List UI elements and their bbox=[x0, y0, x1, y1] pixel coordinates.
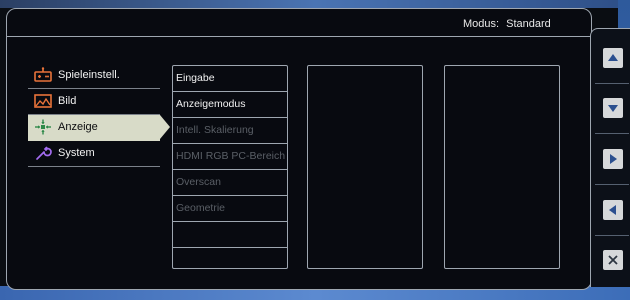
display-arrows-icon bbox=[34, 119, 52, 135]
options-column bbox=[307, 65, 423, 269]
menu-item-label: Spieleinstell. bbox=[58, 69, 120, 81]
nav-divider bbox=[595, 235, 629, 236]
header-divider bbox=[7, 36, 591, 37]
left-arrow-button[interactable] bbox=[603, 200, 623, 220]
submenu-item-geometrie: Geometrie bbox=[173, 196, 287, 222]
menu-item-system[interactable]: System bbox=[28, 141, 160, 167]
submenu-item-anzeigemodus[interactable]: Anzeigemodus bbox=[173, 92, 287, 118]
submenu-item-hdmi-rgb-pc-bereich: HDMI RGB PC-Bereich bbox=[173, 144, 287, 170]
wrench-icon bbox=[34, 145, 52, 161]
menu-item-label: Bild bbox=[58, 95, 77, 107]
navigation-key-strip bbox=[590, 28, 630, 287]
down-arrow-button[interactable] bbox=[603, 98, 623, 118]
up-arrow-icon bbox=[608, 54, 618, 61]
mode-indicator: Modus: Standard bbox=[463, 18, 551, 30]
screen-background-top bbox=[0, 0, 630, 8]
nav-divider bbox=[595, 133, 629, 134]
left-arrow-icon bbox=[609, 205, 616, 215]
right-arrow-icon bbox=[610, 154, 617, 164]
menu-item-label: System bbox=[58, 147, 95, 159]
nav-divider bbox=[595, 83, 629, 84]
submenu-item-empty bbox=[173, 222, 287, 248]
submenu-list: Eingabe Anzeigemodus Intell. Skalierung … bbox=[172, 65, 288, 269]
down-arrow-icon bbox=[608, 105, 618, 112]
picture-icon bbox=[34, 93, 52, 109]
submenu-item-empty bbox=[173, 248, 287, 273]
mode-label: Modus: bbox=[463, 18, 500, 30]
menu-item-spieleinstellungen[interactable]: Spieleinstell. bbox=[28, 63, 160, 89]
main-menu: Spieleinstell. Bild Anzeige System bbox=[28, 63, 170, 167]
close-button[interactable] bbox=[603, 250, 623, 270]
close-icon bbox=[608, 255, 618, 265]
menu-item-label: Anzeige bbox=[58, 121, 98, 133]
submenu-item-overscan: Overscan bbox=[173, 170, 287, 196]
mode-value: Standard bbox=[506, 18, 551, 30]
up-arrow-button[interactable] bbox=[603, 48, 623, 68]
menu-item-bild[interactable]: Bild bbox=[28, 89, 160, 115]
submenu-item-eingabe[interactable]: Eingabe bbox=[173, 66, 287, 92]
value-column bbox=[444, 65, 560, 269]
game-controller-icon bbox=[34, 67, 52, 83]
nav-divider bbox=[595, 184, 629, 185]
submenu-item-intell-skalierung: Intell. Skalierung bbox=[173, 118, 287, 144]
right-arrow-button[interactable] bbox=[603, 149, 623, 169]
menu-item-anzeige[interactable]: Anzeige bbox=[28, 115, 170, 141]
